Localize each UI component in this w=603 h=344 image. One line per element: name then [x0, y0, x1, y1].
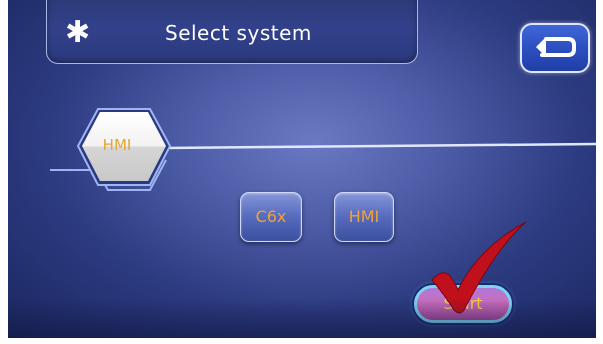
option-c6x-button[interactable]: C6x	[240, 192, 302, 242]
system-select-screen: ✱ Select system HMI C6x HMI Start	[8, 0, 596, 338]
guide-line	[165, 142, 596, 150]
selected-system-label: HMI	[102, 136, 132, 154]
option-hmi-button[interactable]: HMI	[334, 192, 394, 242]
checkmark-icon	[431, 221, 527, 314]
